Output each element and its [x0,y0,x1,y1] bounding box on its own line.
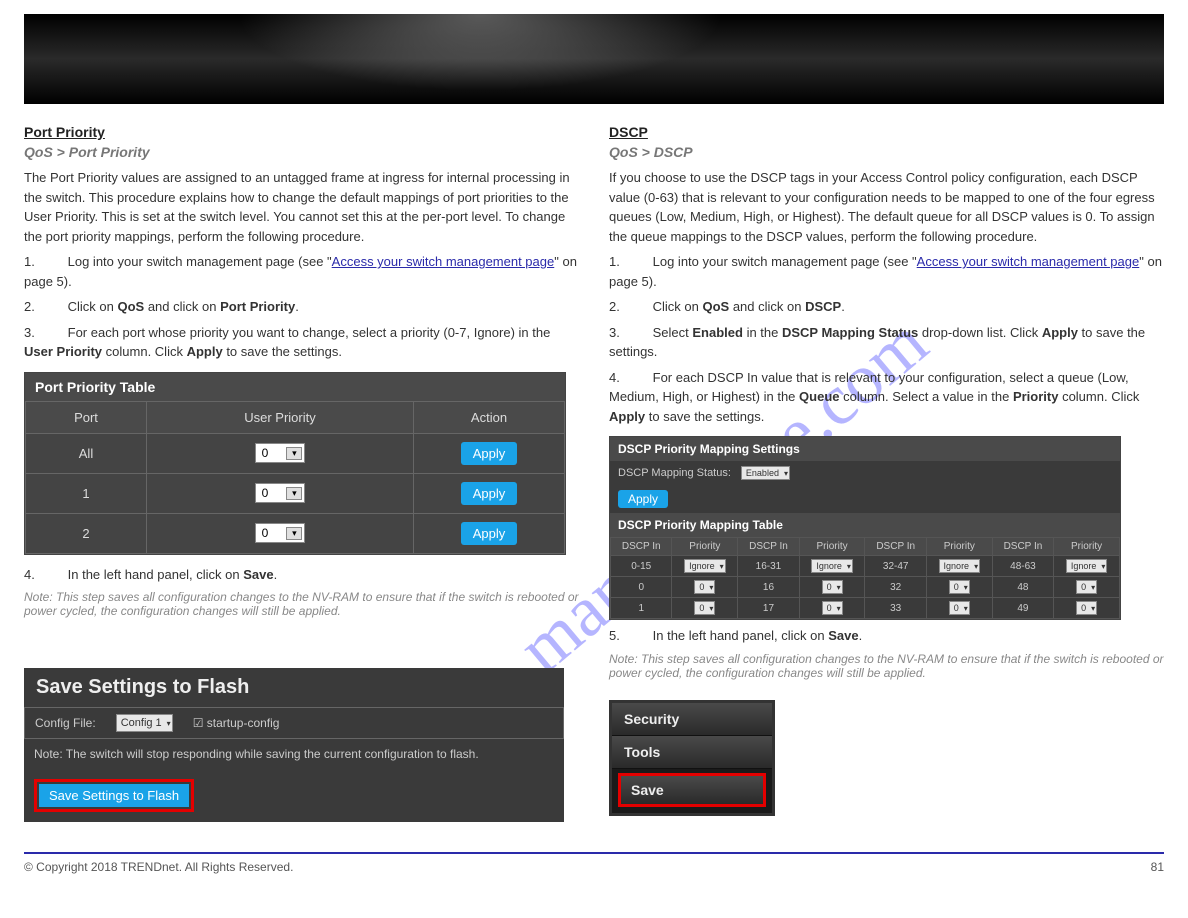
dscp-widget: DSCP Priority Mapping Settings DSCP Mapp… [609,436,1121,620]
sidebar-item-security[interactable]: Security [612,703,772,736]
right-step-4: 4. For each DSCP In value that is releva… [609,368,1164,427]
priority-select-1[interactable]: 0▾ [255,483,306,503]
dscp-range-row: 0-15Ignore 16-31Ignore 32-47Ignore 48-63… [611,556,1120,577]
left-step-2: 2. Click on QoS and click on Port Priori… [24,297,579,317]
left-step1-link[interactable]: Access your switch management page [332,254,555,269]
apply-button-1[interactable]: Apply [461,482,518,505]
right-step-5: 5. In the left hand panel, click on Save… [609,626,1164,646]
dscp-settings-title: DSCP Priority Mapping Settings [610,437,1120,461]
left-step-4: 4. In the left hand panel, click on Save… [24,565,579,585]
left-path: QoS > Port Priority [24,144,579,160]
table-row: 1 0▾ Apply [26,473,565,513]
dscp-mapping-table: DSCP InPriority DSCP InPriority DSCP InP… [610,537,1120,619]
right-desc: If you choose to use the DSCP tags in yo… [609,168,1164,246]
dscp-table-title: DSCP Priority Mapping Table [610,513,1120,537]
header-banner [24,14,1164,104]
sidebar-item-tools[interactable]: Tools [612,736,772,769]
priority-select-2[interactable]: 0▾ [255,523,306,543]
dscp-priority-select[interactable]: 0 [822,580,843,594]
config-file-select[interactable]: Config 1 [116,714,173,732]
right-step1-link[interactable]: Access your switch management page [917,254,1140,269]
dscp-status-label: DSCP Mapping Status: [618,467,731,479]
right-column: DSCP QoS > DSCP If you choose to use the… [609,124,1164,822]
dscp-range-select[interactable]: Ignore [939,559,981,573]
dscp-apply-button[interactable]: Apply [618,490,668,508]
flash-note: Note: The switch will stop responding wh… [24,739,564,769]
table-row: 2 0▾ Apply [26,513,565,553]
dscp-priority-select[interactable]: 0 [1076,601,1097,615]
right-path: QoS > DSCP [609,144,1164,160]
dscp-priority-select[interactable]: 0 [694,601,715,615]
port-priority-title: Port Priority Table [25,373,565,401]
dscp-priority-select[interactable]: 0 [694,580,715,594]
port-priority-table: Port User Priority Action All 0▾ Apply 1 [25,401,565,554]
dscp-row: 00 160 320 480 [611,577,1120,598]
sidebar-item-save[interactable]: Save [618,773,766,807]
footer-page-number: 81 [1151,860,1164,874]
dscp-range-select[interactable]: Ignore [1066,559,1108,573]
apply-button-all[interactable]: Apply [461,442,518,465]
startup-config-checkbox[interactable]: ☑ startup-config [193,716,280,730]
dscp-priority-select[interactable]: 0 [1076,580,1097,594]
dscp-priority-select[interactable]: 0 [822,601,843,615]
left-step-3: 3. For each port whose priority you want… [24,323,579,362]
sidebar-mini: Security Tools Save [609,700,775,816]
footer-copyright: © Copyright 2018 TRENDnet. All Rights Re… [24,860,293,874]
port-priority-widget: Port Priority Table Port User Priority A… [24,372,566,555]
save-flash-widget: Save Settings to Flash Config File: Conf… [24,668,564,822]
apply-button-2[interactable]: Apply [461,522,518,545]
table-row: All 0▾ Apply [26,433,565,473]
left-step-1: 1. Log into your switch management page … [24,252,579,291]
col-port: Port [26,401,147,433]
dscp-range-select[interactable]: Ignore [684,559,726,573]
col-action: Action [414,401,565,433]
right-step-2: 2. Click on QoS and click on DSCP. [609,297,1164,317]
right-hint: Note: This step saves all configuration … [609,652,1164,680]
left-column: Port Priority QoS > Port Priority The Po… [24,124,579,822]
col-user-priority: User Priority [147,401,414,433]
flash-title: Save Settings to Flash [24,668,564,707]
save-flash-button[interactable]: Save Settings to Flash [39,784,189,807]
footer: © Copyright 2018 TRENDnet. All Rights Re… [24,852,1164,894]
right-step-1: 1. Log into your switch management page … [609,252,1164,291]
dscp-priority-select[interactable]: 0 [949,601,970,615]
right-heading: DSCP [609,124,1164,140]
dscp-priority-select[interactable]: 0 [949,580,970,594]
priority-select-all[interactable]: 0▾ [255,443,306,463]
dscp-status-select[interactable]: Enabled [741,466,790,480]
config-file-label: Config File: [35,716,96,730]
dscp-range-select[interactable]: Ignore [811,559,853,573]
right-step-3: 3. Select Enabled in the DSCP Mapping St… [609,323,1164,362]
save-flash-button-highlight: Save Settings to Flash [34,779,194,812]
left-heading: Port Priority [24,124,579,140]
left-hint: Note: This step saves all configuration … [24,590,579,618]
dscp-row: 10 170 330 490 [611,598,1120,619]
left-desc: The Port Priority values are assigned to… [24,168,579,246]
